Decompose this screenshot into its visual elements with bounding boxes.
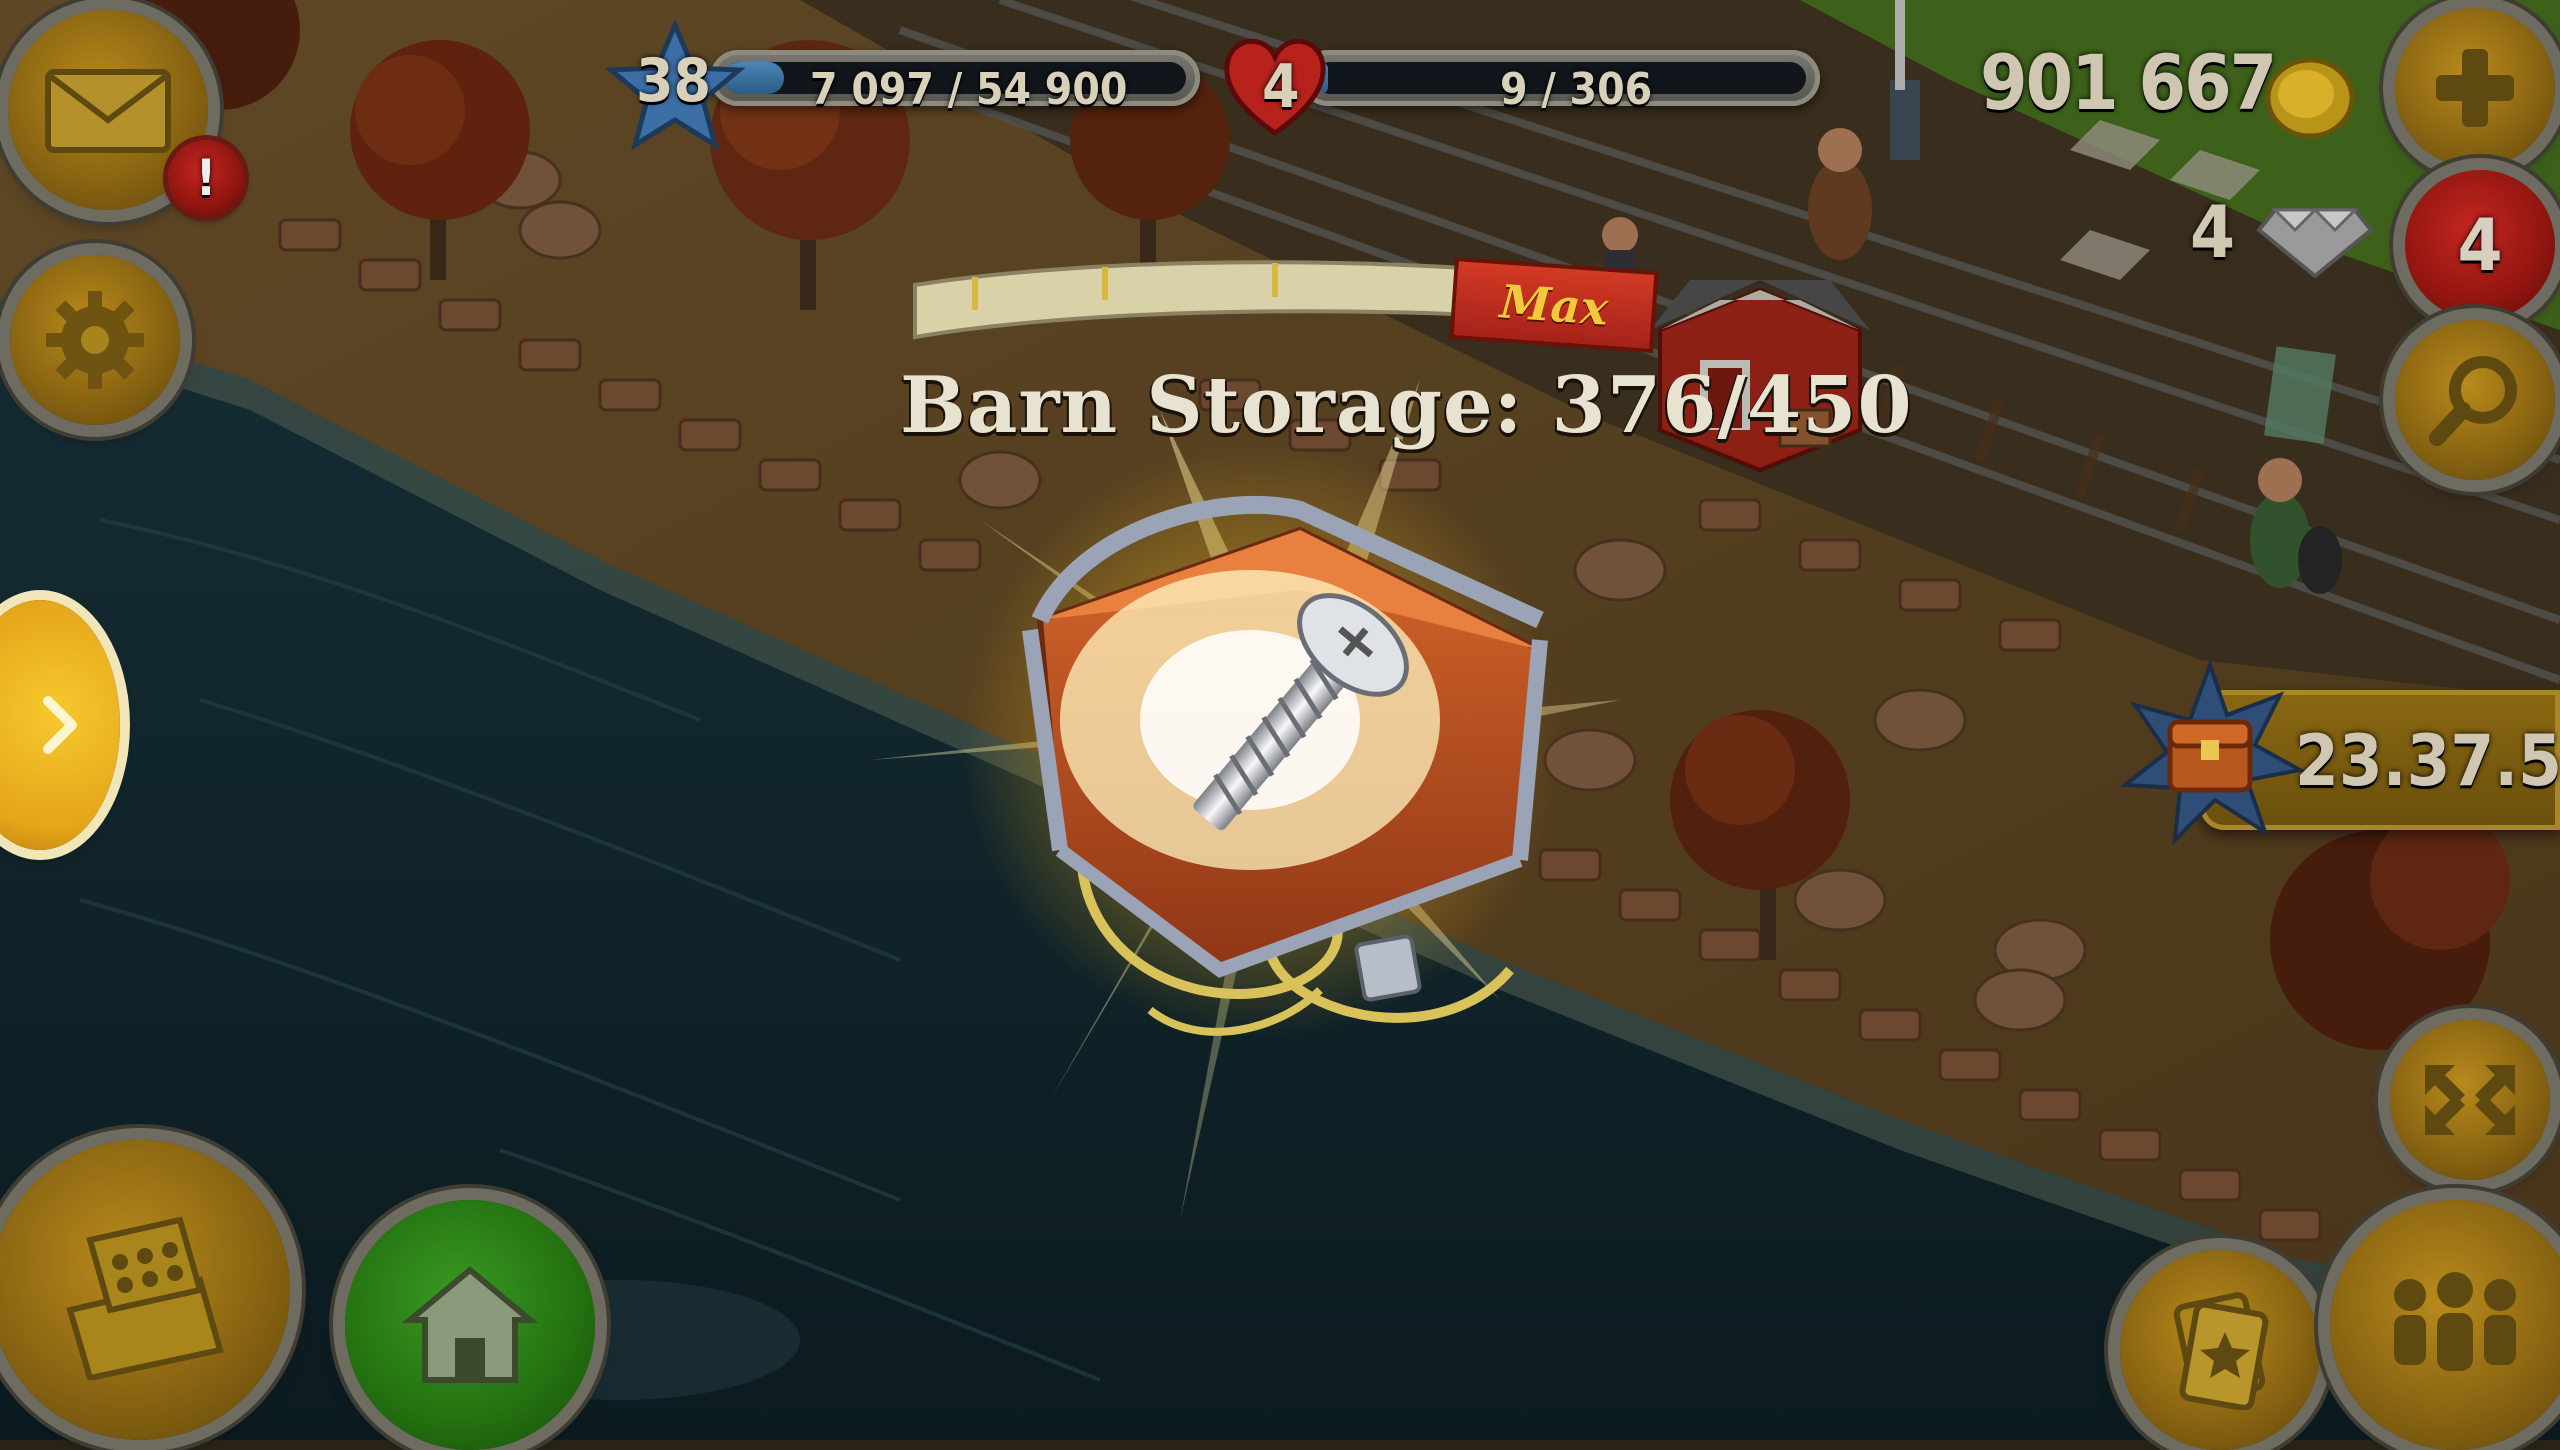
max-label: Max	[1498, 274, 1610, 336]
zoom-button[interactable]	[2390, 1020, 2550, 1180]
plus-icon	[2436, 49, 2514, 127]
search-button[interactable]	[2395, 320, 2555, 480]
treasure-chest-event-icon	[2119, 660, 2305, 846]
star-card-icon	[2173, 1292, 2269, 1410]
screw-icon	[1193, 593, 1409, 830]
house-icon	[401, 1266, 539, 1383]
cash-register-icon	[66, 1216, 224, 1380]
envelope-icon	[45, 69, 171, 153]
xp-text: 7 097 / 54 900	[810, 64, 1128, 115]
coin-icon	[2265, 57, 2355, 139]
hearts-value: 4	[1262, 52, 1300, 122]
diamonds-value: 4	[2190, 190, 2236, 274]
shop-button[interactable]	[0, 1140, 290, 1440]
population-text: 9 / 306	[1500, 64, 1653, 115]
mail-alert-text: !	[195, 149, 217, 207]
expand-arrows-icon	[2425, 1065, 2515, 1135]
event-timer-text: 23.37.59	[2295, 720, 2560, 802]
settings-button[interactable]	[10, 255, 180, 425]
barn-storage-title: Barn Storage: 376/450	[900, 360, 1913, 451]
diamond-count-button[interactable]: 4	[2405, 170, 2555, 320]
cards-button[interactable]	[2120, 1250, 2320, 1450]
chevron-right-icon	[43, 696, 77, 754]
max-tag: Max	[1449, 256, 1659, 354]
level-value: 38	[636, 46, 712, 116]
add-coins-button[interactable]	[2395, 8, 2555, 168]
magnifier-icon	[2429, 356, 2517, 446]
diamond-icon	[2256, 207, 2374, 279]
coins-value: 901 667	[1980, 38, 2277, 127]
people-icon	[2394, 1272, 2516, 1371]
red-badge-value: 4	[2457, 203, 2503, 287]
gear-icon	[46, 291, 144, 389]
home-button[interactable]	[345, 1200, 595, 1450]
mail-alert-badge: !	[168, 140, 244, 216]
